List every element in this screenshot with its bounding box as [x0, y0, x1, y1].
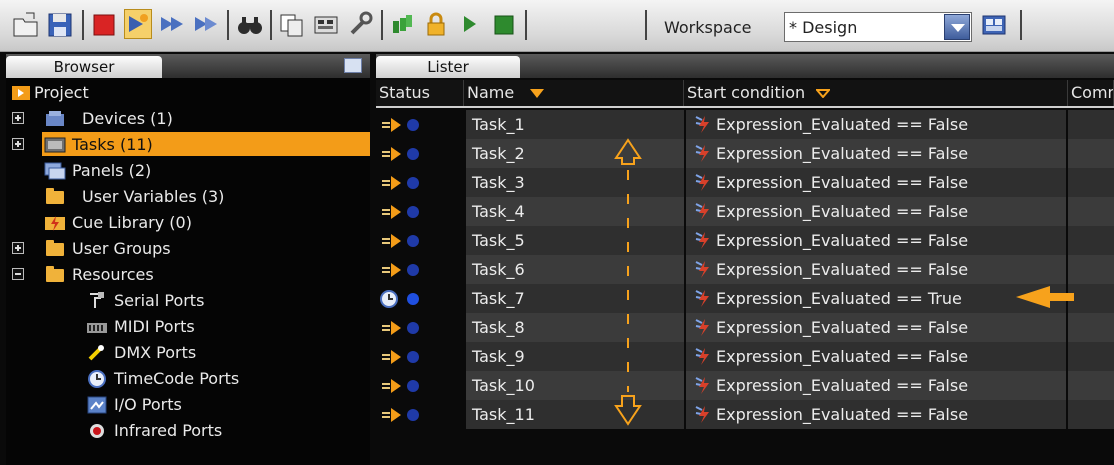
open-folder-icon[interactable] [12, 9, 40, 39]
tree-item-user-variables[interactable]: User Variables (3) [6, 184, 370, 210]
workspace-value: * Design [789, 18, 858, 37]
tree-item-label: Cue Library (0) [72, 213, 192, 232]
tree-item-io-ports[interactable]: I/O Ports [6, 392, 370, 418]
toolbar-separator [1020, 10, 1022, 40]
dmx-port-icon [86, 343, 108, 363]
tree-item-label: User Variables (3) [82, 187, 225, 206]
step-next-icon[interactable] [192, 9, 220, 39]
tree-item-label: Serial Ports [114, 291, 205, 310]
find-icon[interactable] [236, 9, 264, 39]
browser-tab-strip: Browser [6, 54, 370, 78]
tree-item-label: Tasks (11) [72, 135, 153, 154]
devices-icon [44, 109, 66, 129]
workspace-select[interactable]: * Design [784, 12, 972, 42]
tree-item-user-groups[interactable]: User Groups [6, 236, 370, 262]
tree-item-midi-ports[interactable]: MIDI Ports [6, 314, 370, 340]
folder-icon [44, 239, 66, 259]
tasks-icon[interactable] [388, 9, 416, 39]
run-icon[interactable] [124, 9, 152, 39]
toolbar-separator [525, 10, 527, 40]
workspace-label: Workspace [664, 18, 752, 37]
toolbar-separator [82, 10, 84, 40]
step-icon[interactable] [158, 9, 186, 39]
collapse-icon[interactable] [12, 268, 24, 280]
annotation-overlay [614, 138, 1074, 426]
down-arrow-annotation [614, 395, 642, 426]
toolbar-separator [645, 10, 647, 40]
tree-item-serial-ports[interactable]: Serial Ports [6, 288, 370, 314]
lock-icon[interactable] [422, 9, 450, 39]
tree-item-panels[interactable]: Panels (2) [6, 158, 370, 184]
tree-item-label: Panels (2) [72, 161, 152, 180]
expand-icon[interactable] [12, 112, 24, 124]
panels-icon [44, 161, 66, 181]
tree-item-devices[interactable]: Devices (1) [6, 106, 370, 132]
clock-icon [86, 369, 108, 389]
midi-port-icon [86, 317, 108, 337]
square-stop-icon[interactable] [490, 9, 518, 39]
tab-browser[interactable]: Browser [6, 56, 162, 78]
workspace-settings-icon[interactable] [980, 12, 1010, 42]
toolbar-separator [270, 10, 272, 40]
tree-item-resources[interactable]: Resources [6, 262, 370, 288]
lister-panel: Lister Status Name Start condition Comm … [376, 54, 1114, 465]
play-icon[interactable] [456, 9, 484, 39]
left-arrow-annotation [1016, 286, 1074, 308]
tasks-icon [44, 135, 66, 155]
tree-item-infrared-ports[interactable]: Infrared Ports [6, 418, 370, 444]
save-icon[interactable] [46, 9, 74, 39]
tree-item-label: User Groups [72, 239, 171, 258]
tree-item-cue-library[interactable]: Cue Library (0) [6, 210, 370, 236]
pane-layout-icon[interactable] [344, 58, 362, 73]
tree-item-label: TimeCode Ports [114, 369, 240, 388]
copy-icon[interactable] [278, 9, 306, 39]
tree-item-label: Project [34, 83, 89, 102]
up-arrow-annotation [614, 138, 642, 165]
cue-library-icon [44, 213, 66, 233]
expand-icon[interactable] [12, 138, 24, 150]
toolbar-separator [381, 10, 383, 40]
variables-icon [44, 187, 66, 207]
tree-item-tasks[interactable]: Tasks (11) [6, 132, 370, 158]
tree-item-dmx-ports[interactable]: DMX Ports [6, 340, 370, 366]
project-icon [10, 83, 32, 103]
tree-item-label: MIDI Ports [114, 317, 195, 336]
io-port-icon [86, 395, 108, 415]
toolbar-separator [227, 10, 229, 40]
stop-icon[interactable] [90, 9, 118, 39]
wrench-icon[interactable] [346, 9, 374, 39]
tree-item-project[interactable]: Project [6, 80, 370, 106]
controller-icon[interactable] [312, 9, 340, 39]
main-toolbar: Workspace * Design [0, 0, 1114, 52]
tree-item-label: DMX Ports [114, 343, 197, 362]
tree-item-label: Devices (1) [82, 109, 173, 128]
chevron-down-icon[interactable] [944, 14, 970, 40]
browser-panel: Browser Project Devices (1) Tasks (11) P… [6, 54, 370, 465]
folder-icon [44, 265, 66, 285]
tree-item-timecode-ports[interactable]: TimeCode Ports [6, 366, 370, 392]
serial-port-icon [86, 291, 108, 311]
tree-item-label: I/O Ports [114, 395, 182, 414]
tree-item-label: Infrared Ports [114, 421, 223, 440]
tree-item-label: Resources [72, 265, 154, 284]
expand-icon[interactable] [12, 242, 24, 254]
infrared-port-icon [86, 421, 108, 441]
